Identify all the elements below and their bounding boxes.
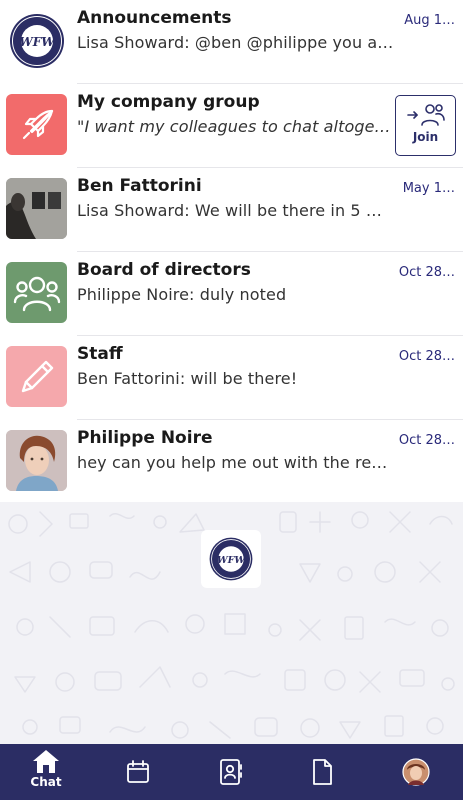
tab-chat[interactable]: Chat bbox=[22, 748, 70, 800]
bottom-navigation: Chat bbox=[0, 744, 463, 800]
chat-title: My company group bbox=[77, 92, 260, 112]
chat-row-my-company-group[interactable]: My company group "I want my colleagues t… bbox=[0, 84, 463, 168]
chat-title: Ben Fattorini bbox=[77, 176, 202, 196]
chat-preview: "I want my colleagues to chat altogether… bbox=[77, 117, 395, 136]
chat-row-announcements[interactable]: WFW Announcements Lisa Showard: @ben @ph… bbox=[0, 0, 463, 84]
rocket-icon bbox=[22, 109, 53, 139]
staff-avatar bbox=[6, 346, 67, 407]
chat-date: Oct 28… bbox=[398, 265, 455, 280]
chat-row-philippe-noire[interactable]: Philippe Noire hey can you help me out w… bbox=[0, 420, 463, 504]
wfw-logo-icon: WFW bbox=[9, 13, 64, 68]
person-photo-icon bbox=[6, 430, 67, 491]
chat-preview: Lisa Showard: @ben @philippe you are wel… bbox=[77, 33, 395, 52]
chat-preview: Lisa Showard: We will be there in 5 minu… bbox=[77, 201, 395, 220]
tab-contacts[interactable] bbox=[211, 744, 251, 800]
calendar-icon bbox=[127, 760, 149, 783]
board-of-directors-avatar bbox=[6, 262, 67, 323]
group-icon bbox=[13, 276, 60, 311]
chat-preview: Philippe Noire: duly noted bbox=[77, 285, 287, 304]
wfw-logo-icon: WFW bbox=[209, 537, 253, 581]
center-logo: WFW bbox=[201, 530, 261, 588]
home-icon bbox=[33, 750, 59, 773]
tab-documents[interactable] bbox=[302, 744, 342, 800]
tab-calendar[interactable] bbox=[118, 744, 158, 800]
pencil-icon bbox=[21, 360, 53, 392]
chat-date: May 1… bbox=[402, 181, 455, 196]
ben-fattorini-avatar bbox=[6, 178, 67, 239]
profile-avatar-icon bbox=[402, 758, 430, 786]
svg-text:WFW: WFW bbox=[19, 35, 56, 49]
chat-title: Board of directors bbox=[77, 260, 251, 280]
tab-profile[interactable] bbox=[396, 744, 436, 800]
document-icon bbox=[313, 759, 332, 785]
chat-row-ben-fattorini[interactable]: Ben Fattorini Lisa Showard: We will be t… bbox=[0, 168, 463, 252]
join-group-icon bbox=[406, 104, 445, 126]
join-button[interactable]: Join bbox=[395, 95, 456, 156]
join-label: Join bbox=[412, 130, 439, 144]
chat-date: Aug 1… bbox=[404, 13, 455, 28]
chat-title: Announcements bbox=[77, 8, 232, 28]
chat-title: Philippe Noire bbox=[77, 428, 213, 448]
contacts-icon bbox=[220, 759, 242, 785]
announcements-avatar: WFW bbox=[6, 10, 67, 71]
chat-row-staff[interactable]: Staff Ben Fattorini: will be there! Oct … bbox=[0, 336, 463, 420]
chat-preview: hey can you help me out with the report bbox=[77, 453, 395, 472]
svg-text:WFW: WFW bbox=[217, 555, 246, 566]
my-company-group-avatar bbox=[6, 94, 67, 155]
tab-chat-label: Chat bbox=[30, 775, 62, 789]
chat-date: Oct 28… bbox=[398, 433, 455, 448]
philippe-noire-avatar bbox=[6, 430, 67, 491]
chat-title: Staff bbox=[77, 344, 123, 364]
person-photo-icon bbox=[6, 178, 67, 239]
chat-date: Oct 28… bbox=[398, 349, 455, 364]
chat-row-board-of-directors[interactable]: Board of directors Philippe Noire: duly … bbox=[0, 252, 463, 336]
chat-preview: Ben Fattorini: will be there! bbox=[77, 369, 298, 388]
